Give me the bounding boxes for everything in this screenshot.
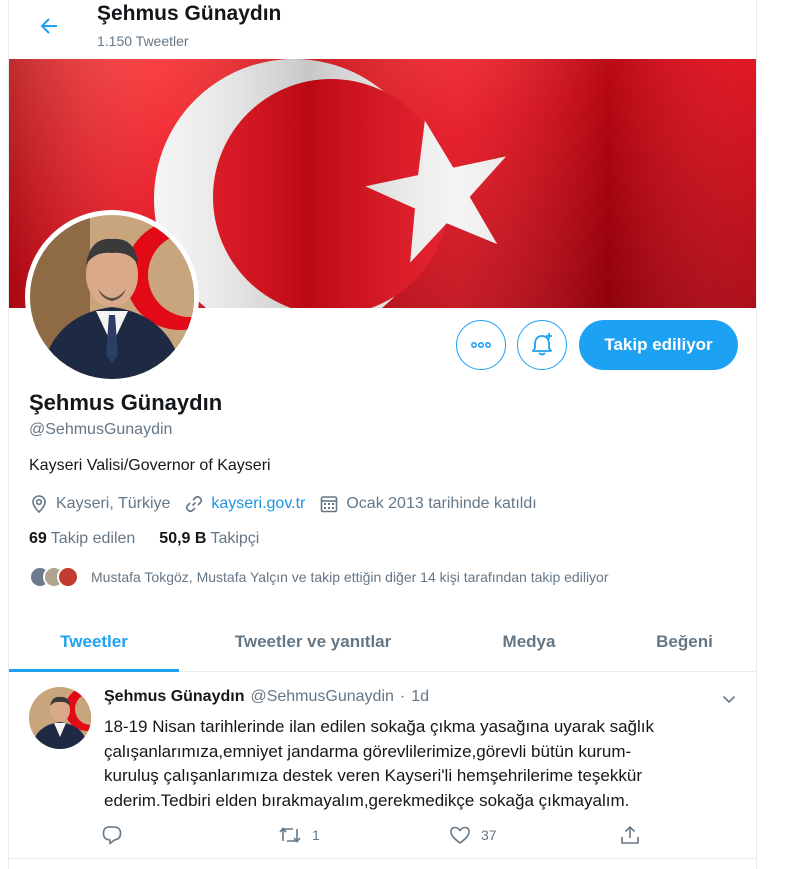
following-label: Takip edilen	[50, 530, 136, 547]
tab-label: Tweetler	[60, 631, 128, 651]
tweet-count: 1.150 Tweetler	[97, 33, 189, 49]
followers-avatars	[29, 566, 81, 588]
profile-handle: @SehmusGunaydin	[29, 421, 173, 438]
active-tab-indicator	[9, 669, 179, 672]
following-button[interactable]: Takip ediliyor	[579, 320, 738, 370]
followers-you-know[interactable]: Mustafa Tokgöz, Mustafa Yalçın ve takip …	[29, 566, 609, 588]
tweet-separator: ·	[399, 688, 406, 705]
followers-count: 50,9 B	[159, 530, 207, 547]
bell-plus-icon	[532, 333, 552, 356]
tab-likes[interactable]: Beğeni	[611, 612, 756, 671]
tweet-time[interactable]: 1d	[411, 688, 429, 706]
tweet-author-name[interactable]: Şehmus Günaydın	[104, 688, 244, 706]
tab-media[interactable]: Medya	[447, 612, 611, 671]
mini-avatar	[57, 566, 79, 588]
followers-label: Takipçi	[210, 530, 260, 547]
profile-bio: Kayseri Valisi/Governor of Kayseri	[29, 457, 271, 474]
profile-column: Şehmus Günaydın 1.150 Tweetler Takip edi…	[8, 0, 757, 869]
tweet-header: Şehmus Günaydın @SehmusGunaydin · 1d	[104, 688, 429, 706]
more-button[interactable]	[456, 320, 506, 370]
tweet[interactable]: Şehmus Günaydın @SehmusGunaydin · 1d 18-…	[9, 673, 756, 859]
website-link[interactable]: kayseri.gov.tr	[211, 495, 305, 513]
followers-you-know-text: Mustafa Tokgöz, Mustafa Yalçın ve takip …	[91, 569, 609, 585]
tweet-menu-button[interactable]	[717, 687, 741, 711]
location-text: Kayseri, Türkiye	[56, 495, 171, 512]
share-button[interactable]	[619, 823, 651, 847]
website-item[interactable]: kayseri.gov.tr	[184, 494, 305, 514]
tweet-author-handle[interactable]: @SehmusGunaydin	[250, 688, 393, 706]
tweet-line: 18-19 Nisan tarihlerinde ilan edilen sok…	[104, 717, 654, 736]
following-stat[interactable]: 69 Takip edilen	[29, 530, 135, 548]
tweet-avatar-image	[29, 687, 91, 749]
tab-tweets[interactable]: Tweetler	[9, 612, 179, 672]
tab-label: Medya	[502, 631, 556, 651]
reply-button[interactable]	[101, 823, 133, 847]
tab-label: Beğeni	[656, 631, 713, 651]
back-button[interactable]	[33, 10, 65, 42]
avatar-image	[30, 215, 194, 379]
notifications-button[interactable]	[517, 320, 567, 370]
tweet-line: çalışanlarımıza,emniyet jandarma görevli…	[104, 741, 632, 761]
tweet-text: 18-19 Nisan tarihlerinde ilan edilen sok…	[104, 715, 724, 813]
link-icon	[186, 495, 203, 513]
like-count: 37	[481, 827, 497, 843]
tweet-line: ederim.Tedbiri elden bırakmayalım,gerekm…	[104, 790, 630, 810]
back-arrow-icon	[40, 18, 57, 34]
retweet-button[interactable]: 1	[278, 823, 320, 847]
profile-meta: Kayseri, Türkiye kayseri.gov.tr Ocak 201…	[29, 492, 551, 516]
profile-avatar[interactable]	[25, 210, 199, 384]
share-icon	[621, 825, 639, 844]
chevron-down-icon	[722, 695, 736, 704]
tab-label: Tweetler ve yanıtlar	[234, 631, 392, 651]
top-bar: Şehmus Günaydın 1.150 Tweetler	[9, 0, 756, 58]
follow-stats: 69 Takip edilen 50,9 B Takipçi	[29, 530, 283, 548]
like-button[interactable]: 37	[449, 823, 497, 847]
following-count: 69	[29, 530, 47, 547]
tweet-actions: 1 37	[101, 823, 661, 847]
retweet-icon	[279, 827, 301, 843]
joined-item: Ocak 2013 tarihinde katıldı	[319, 494, 537, 514]
profile-name: Şehmus Günaydın	[29, 390, 223, 415]
calendar-icon	[321, 496, 338, 513]
joined-text: Ocak 2013 tarihinde katıldı	[346, 495, 537, 512]
reply-icon	[102, 826, 122, 845]
header-title: Şehmus Günaydın	[97, 2, 282, 25]
tweet-line: kuruluş çalışanlarımıza destek veren Kay…	[104, 766, 643, 785]
followers-stat[interactable]: 50,9 B Takipçi	[159, 530, 259, 548]
profile-tabs: Tweetler Tweetler ve yanıtlar Medya Beğe…	[9, 612, 756, 672]
tab-tweets-replies[interactable]: Tweetler ve yanıtlar	[179, 612, 447, 671]
more-icon	[470, 342, 491, 349]
retweet-count: 1	[312, 827, 320, 843]
location-item: Kayseri, Türkiye	[29, 494, 170, 514]
tweet-avatar[interactable]	[29, 687, 91, 749]
location-icon	[32, 495, 46, 514]
like-icon	[450, 826, 470, 844]
